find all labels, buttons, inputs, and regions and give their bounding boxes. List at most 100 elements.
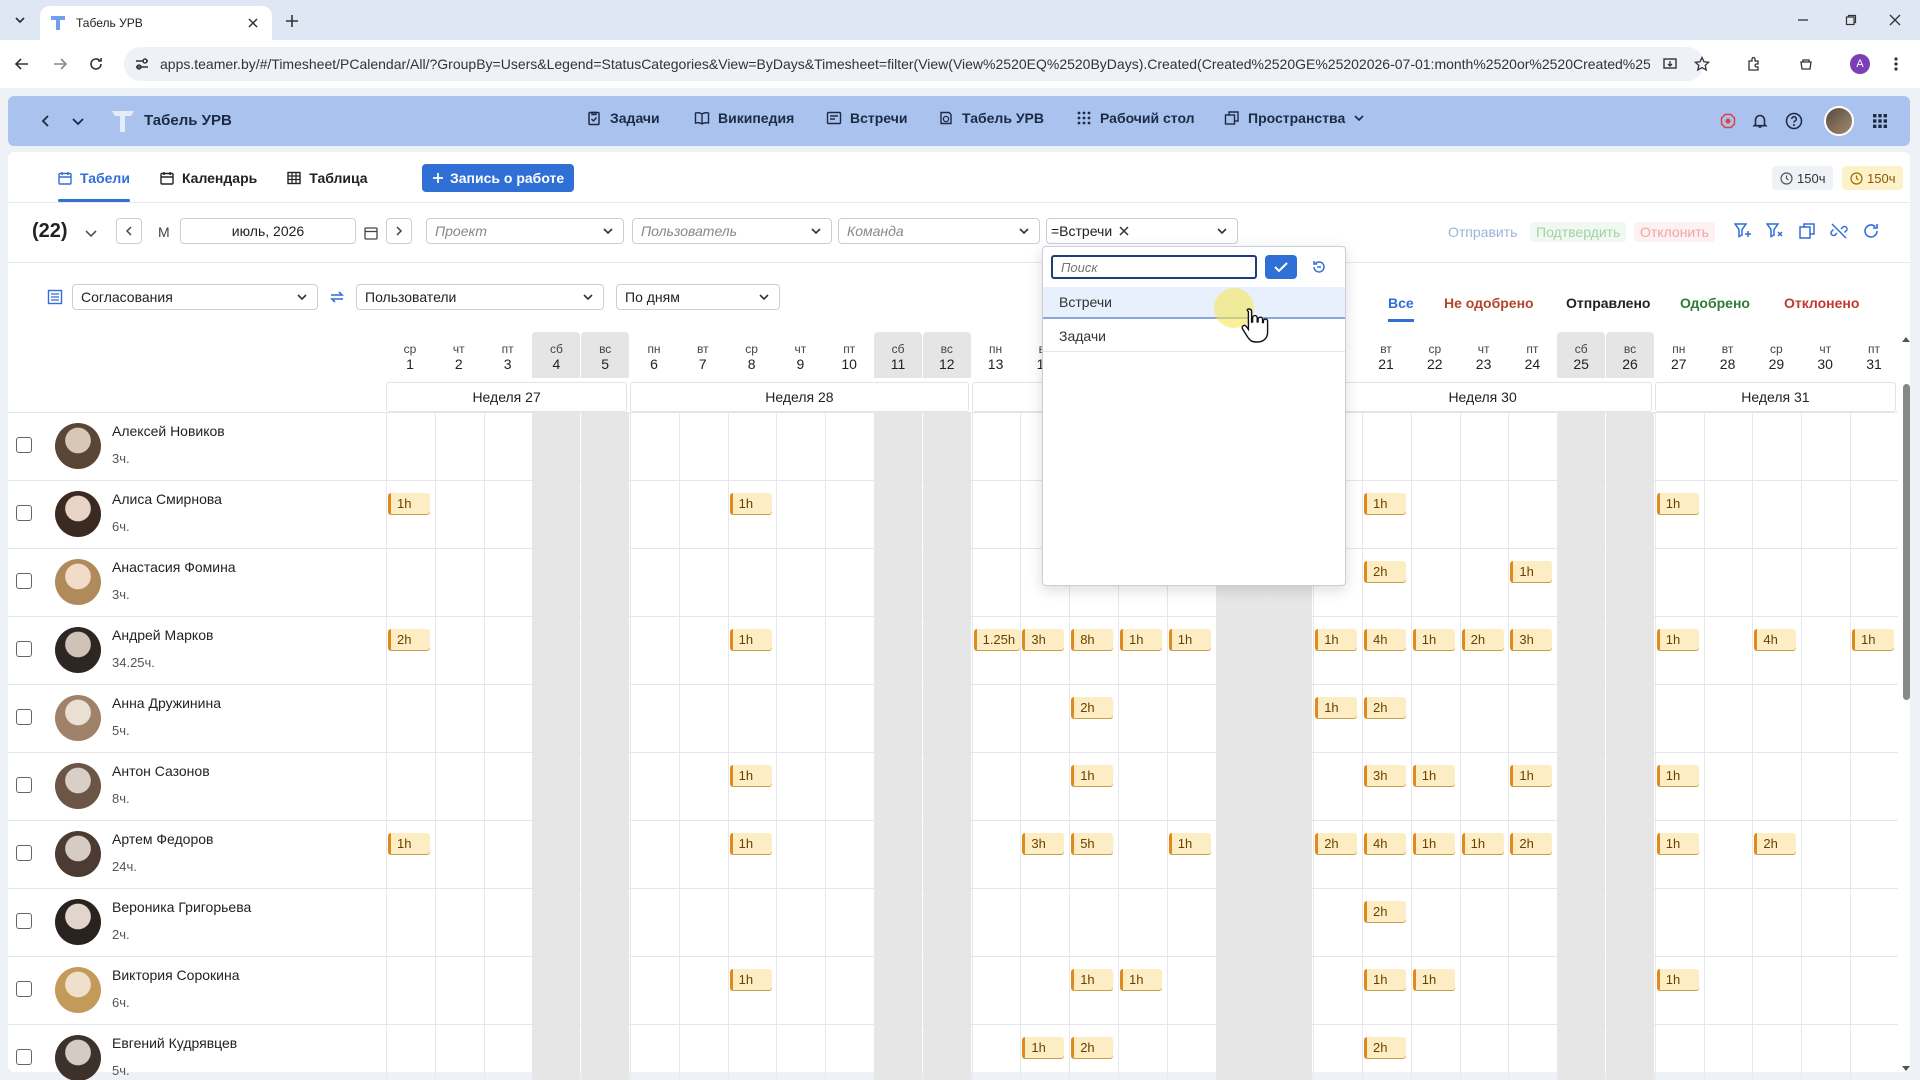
day-cell[interactable]: [1752, 481, 1800, 549]
time-entry-badge[interactable]: 3h: [1022, 833, 1065, 854]
day-cell[interactable]: [1850, 821, 1898, 889]
nav-meetings[interactable]: Встречи: [826, 110, 907, 126]
day-cell[interactable]: [532, 685, 581, 753]
day-cell[interactable]: [1166, 1025, 1215, 1080]
day-cell[interactable]: [1313, 685, 1361, 753]
time-entry-badge[interactable]: 1h: [1412, 765, 1455, 786]
day-cell[interactable]: [1557, 957, 1606, 1025]
day-cell[interactable]: [776, 481, 824, 549]
day-cell[interactable]: [1313, 1025, 1361, 1080]
time-entry-badge[interactable]: 2h: [1510, 833, 1553, 854]
day-cell[interactable]: [1166, 821, 1215, 889]
day-cell[interactable]: [727, 1025, 776, 1080]
day-cell[interactable]: [581, 753, 630, 821]
day-cell[interactable]: [1508, 753, 1556, 821]
day-cell[interactable]: [825, 821, 873, 889]
day-cell[interactable]: [1606, 685, 1654, 753]
bookmark-star-icon[interactable]: [1690, 52, 1714, 76]
day-cell[interactable]: [1801, 889, 1849, 957]
day-cell[interactable]: [532, 413, 581, 481]
user-name[interactable]: Алексей Новиков: [112, 423, 225, 439]
time-entry-badge[interactable]: 1h: [1412, 629, 1455, 650]
user-name[interactable]: Андрей Марков: [112, 627, 213, 643]
day-cell[interactable]: [1508, 413, 1556, 481]
day-cell[interactable]: [1508, 481, 1556, 549]
day-cell[interactable]: [1752, 821, 1800, 889]
day-cell[interactable]: [1508, 1025, 1556, 1080]
day-cell[interactable]: [434, 481, 483, 549]
day-cell[interactable]: [922, 957, 971, 1025]
day-cell[interactable]: [922, 821, 971, 889]
day-cell[interactable]: [1850, 889, 1898, 957]
day-cell[interactable]: [825, 481, 873, 549]
row-checkbox[interactable]: [16, 913, 32, 929]
day-cell[interactable]: [1752, 413, 1800, 481]
day-cell[interactable]: [1020, 889, 1068, 957]
day-cell[interactable]: [922, 413, 971, 481]
day-cell[interactable]: [630, 821, 678, 889]
day-cell[interactable]: [1410, 821, 1459, 889]
day-cell[interactable]: [1020, 957, 1068, 1025]
day-cell[interactable]: [1069, 685, 1117, 753]
user-name[interactable]: Анна Дружинина: [112, 695, 221, 711]
day-cell[interactable]: [1703, 889, 1752, 957]
day-cell[interactable]: [630, 753, 678, 821]
time-entry-badge[interactable]: 2h: [1364, 901, 1406, 922]
day-cell[interactable]: [1850, 413, 1898, 481]
day-cell[interactable]: [386, 1025, 434, 1080]
day-cell[interactable]: [1703, 753, 1752, 821]
time-entry-badge[interactable]: 1h: [1656, 493, 1699, 514]
day-cell[interactable]: [776, 753, 824, 821]
row-checkbox[interactable]: [16, 845, 32, 861]
time-entry-badge[interactable]: 3h: [1510, 629, 1553, 650]
day-cell[interactable]: [971, 821, 1020, 889]
day-cell[interactable]: [1313, 617, 1361, 685]
day-cell[interactable]: [1703, 821, 1752, 889]
time-entry-badge[interactable]: 1h: [1364, 493, 1406, 514]
site-settings-icon[interactable]: [134, 56, 150, 72]
day-cell[interactable]: [630, 1025, 678, 1080]
day-cell[interactable]: [1801, 821, 1849, 889]
day-cell[interactable]: [1215, 1025, 1264, 1080]
day-cell[interactable]: [1557, 821, 1606, 889]
day-cell[interactable]: [1606, 821, 1654, 889]
confirm-action[interactable]: Подтвердить: [1530, 222, 1627, 242]
day-cell[interactable]: [1166, 957, 1215, 1025]
scroll-down-icon[interactable]: [1900, 1064, 1912, 1074]
day-cell[interactable]: [678, 413, 727, 481]
record-icon[interactable]: [1716, 109, 1740, 133]
bell-icon[interactable]: [1748, 109, 1772, 133]
log-work-button[interactable]: Запись о работе: [422, 164, 575, 192]
day-cell[interactable]: [1654, 753, 1703, 821]
time-entry-badge[interactable]: 1h: [1656, 629, 1699, 650]
day-cell[interactable]: [1508, 549, 1556, 617]
day-cell[interactable]: [1264, 1025, 1313, 1080]
month-picker[interactable]: июль, 2026: [180, 218, 356, 244]
day-cell[interactable]: [1362, 889, 1410, 957]
time-entry-badge[interactable]: 2h: [1364, 697, 1406, 718]
day-cell[interactable]: [1850, 957, 1898, 1025]
filter-add-icon[interactable]: [1732, 220, 1754, 242]
day-cell[interactable]: [483, 685, 532, 753]
day-cell[interactable]: [678, 821, 727, 889]
day-cell[interactable]: [532, 617, 581, 685]
dropdown-search-input[interactable]: [1051, 255, 1257, 279]
day-cell[interactable]: [874, 549, 922, 617]
user-name[interactable]: Анастасия Фомина: [112, 559, 236, 575]
day-cell[interactable]: [678, 957, 727, 1025]
day-cell[interactable]: [1654, 413, 1703, 481]
day-cell[interactable]: [1215, 889, 1264, 957]
day-cell[interactable]: [1801, 481, 1849, 549]
day-cell[interactable]: [483, 753, 532, 821]
day-cell[interactable]: [1410, 685, 1459, 753]
day-cell[interactable]: [1557, 617, 1606, 685]
time-entry-badge[interactable]: 1h: [1656, 969, 1699, 990]
nav-tasks[interactable]: Задачи: [586, 110, 660, 126]
day-cell[interactable]: [386, 549, 434, 617]
time-entry-badge[interactable]: 1h: [1852, 629, 1894, 650]
row-checkbox[interactable]: [16, 1049, 32, 1065]
time-entry-badge[interactable]: 4h: [1754, 629, 1797, 650]
day-cell[interactable]: [1410, 957, 1459, 1025]
browser-tab[interactable]: Табель УРВ: [40, 6, 272, 40]
time-entry-badge[interactable]: 2h: [1364, 1037, 1406, 1058]
